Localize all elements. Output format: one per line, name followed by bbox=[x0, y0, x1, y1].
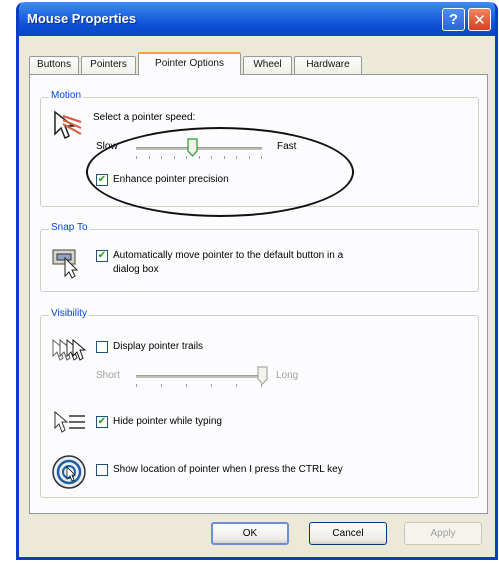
pointer-speed-icon bbox=[54, 110, 82, 140]
tab-hardware[interactable]: Hardware bbox=[294, 56, 362, 74]
tab-wheel[interactable]: Wheel bbox=[243, 56, 292, 74]
show-location-checkbox[interactable] bbox=[96, 464, 108, 476]
title-bar[interactable]: Mouse Properties ? ✕ bbox=[19, 2, 495, 36]
checkmark-icon: ✔ bbox=[97, 250, 107, 261]
tab-pointers[interactable]: Pointers bbox=[81, 56, 136, 74]
tab-pointer-options[interactable]: Pointer Options bbox=[138, 52, 241, 75]
close-icon: ✕ bbox=[473, 11, 486, 29]
pointer-trails-icon bbox=[52, 338, 87, 361]
close-button[interactable]: ✕ bbox=[468, 8, 491, 31]
motion-group-label: Motion bbox=[49, 90, 84, 101]
long-label: Long bbox=[276, 370, 299, 381]
visibility-group-label: Visibility bbox=[49, 308, 89, 319]
show-location-label[interactable]: Show location of pointer when I press th… bbox=[113, 464, 343, 475]
snap-to-icon bbox=[52, 249, 79, 279]
pointer-speed-label: Select a pointer speed: bbox=[93, 112, 196, 123]
short-label: Short bbox=[96, 370, 120, 381]
help-icon: ? bbox=[448, 11, 459, 28]
trail-length-track bbox=[136, 375, 262, 378]
show-location-icon bbox=[52, 455, 86, 489]
pointer-trails-checkbox[interactable] bbox=[96, 341, 108, 353]
trail-length-slider[interactable] bbox=[256, 366, 268, 385]
snap-to-default-checkbox[interactable]: ✔ bbox=[96, 250, 108, 262]
visibility-group: Visibility Display pointer trails Short … bbox=[40, 308, 479, 498]
annotation-ellipse bbox=[86, 127, 354, 217]
apply-button[interactable]: Apply bbox=[404, 522, 482, 545]
help-button[interactable]: ? bbox=[442, 8, 465, 31]
snap-to-label-line1[interactable]: Automatically move pointer to the defaul… bbox=[113, 250, 343, 261]
snap-to-label-line2[interactable]: dialog box bbox=[113, 264, 159, 275]
cancel-button[interactable]: Cancel bbox=[309, 522, 387, 545]
tab-buttons[interactable]: Buttons bbox=[29, 56, 79, 74]
hide-pointer-checkbox[interactable]: ✔ bbox=[96, 416, 108, 428]
mouse-properties-window: Mouse Properties ? ✕ Buttons Pointers Po… bbox=[16, 2, 498, 560]
checkmark-icon: ✔ bbox=[97, 416, 107, 427]
hide-pointer-icon bbox=[54, 410, 85, 433]
pointer-options-panel: Motion Select a pointer speed: Slow Fast… bbox=[29, 74, 488, 514]
window-title: Mouse Properties bbox=[27, 11, 137, 26]
ok-button[interactable]: OK bbox=[211, 522, 289, 545]
snap-to-group: Snap To ✔ Automatically move pointer to … bbox=[40, 222, 479, 292]
trail-length-ticks bbox=[136, 384, 262, 388]
hide-pointer-label[interactable]: Hide pointer while typing bbox=[113, 416, 222, 427]
pointer-trails-label[interactable]: Display pointer trails bbox=[113, 341, 203, 352]
snap-to-group-label: Snap To bbox=[49, 222, 90, 233]
